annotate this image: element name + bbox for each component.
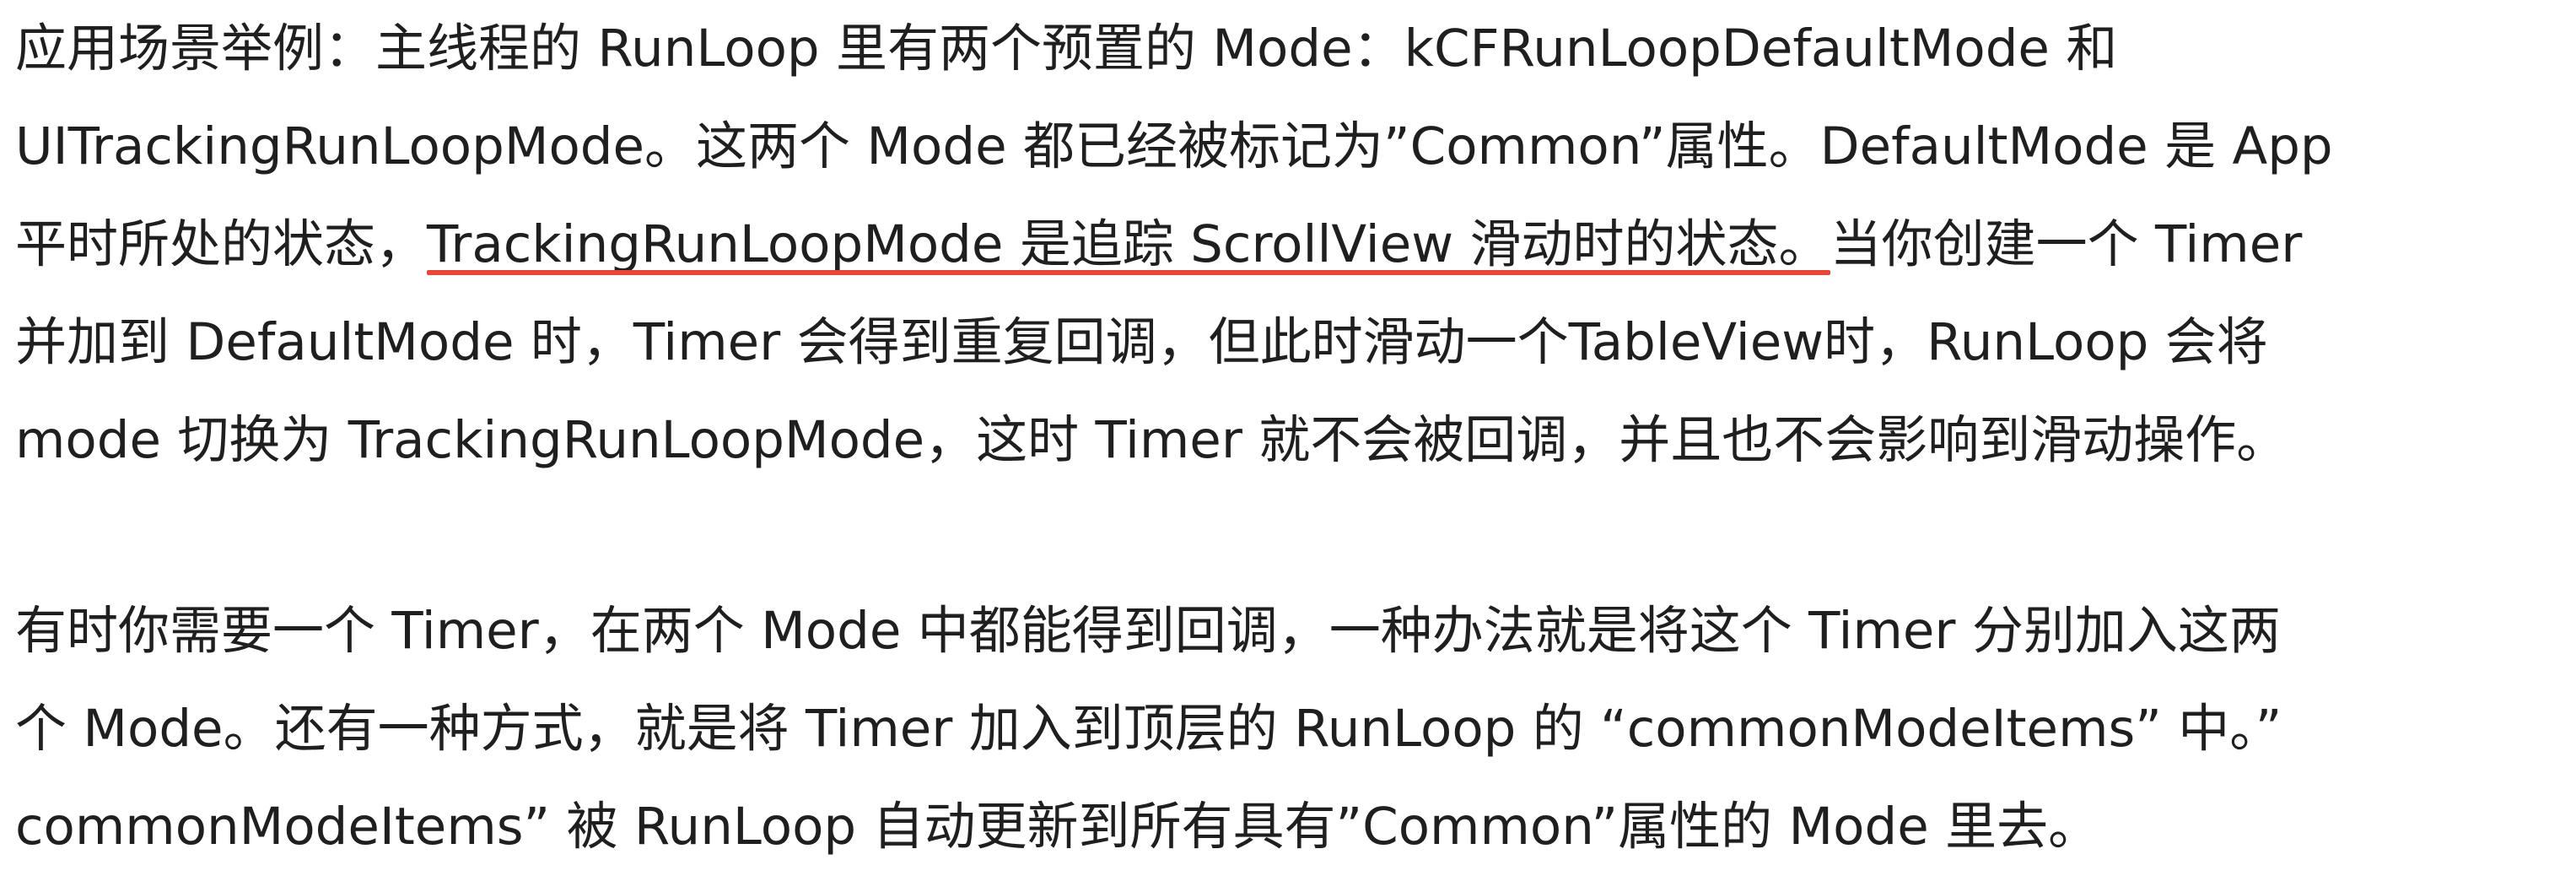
red-underline (427, 270, 1830, 275)
text-segment: 平时所处的状态， (15, 214, 428, 274)
text-line: commonModeItems” 被 RunLoop 自动更新到所有具有”Com… (15, 797, 2100, 857)
text-segment: 当你创建一个 Timer (1830, 214, 2303, 274)
text-line: UITrackingRunLoopMode。这两个 Mode 都已经被标记为”C… (15, 116, 2333, 176)
text-line: mode 切换为 TrackingRunLoopMode，这时 Timer 就不… (15, 410, 2288, 470)
text-line: 个 Mode。还有一种方式，就是将 Timer 加入到顶层的 RunLoop 的… (15, 699, 2282, 759)
underlined-highlight: TrackingRunLoopMode 是追踪 ScrollView 滑动时的状… (427, 214, 1830, 274)
text-line: 应用场景举例：主线程的 RunLoop 里有两个预置的 Mode：kCFRunL… (15, 19, 2118, 78)
text-line: 并加到 DefaultMode 时，Timer 会得到重复回调，但此时滑动一个T… (15, 312, 2268, 372)
text-line: 有时你需要一个 Timer，在两个 Mode 中都能得到回调，一种办法就是将这个… (15, 601, 2281, 661)
text-line-with-highlight: 平时所处的状态，TrackingRunLoopMode 是追踪 ScrollVi… (15, 196, 2302, 294)
